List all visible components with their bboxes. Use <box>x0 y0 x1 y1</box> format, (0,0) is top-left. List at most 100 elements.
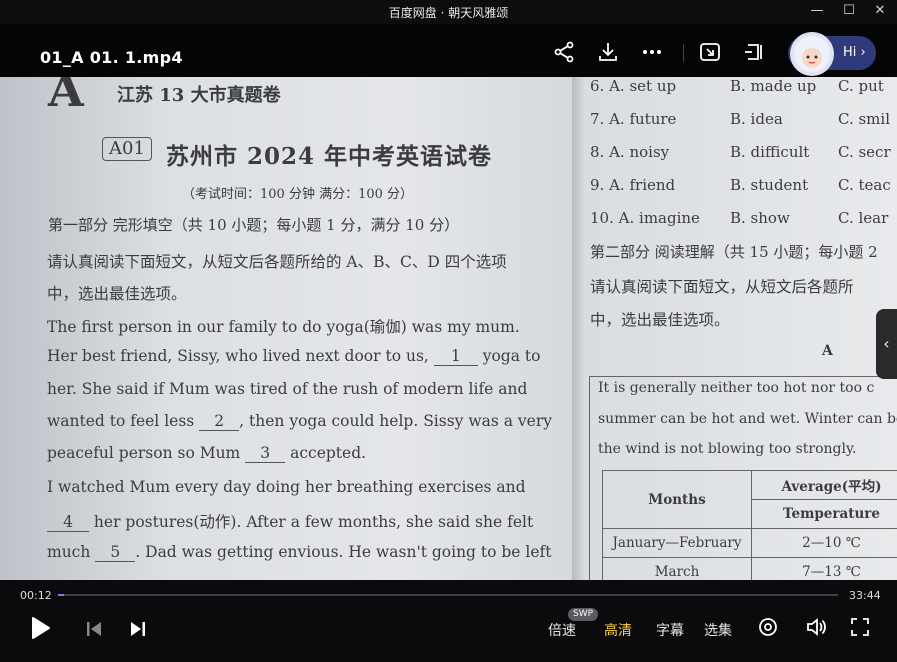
option-c: C. lear <box>838 209 889 227</box>
previous-icon[interactable] <box>85 620 103 638</box>
assistant-avatar <box>790 32 834 76</box>
option-a: imagine <box>639 209 700 227</box>
section-heading: 江苏 13 大市真题卷 <box>117 85 281 106</box>
passage-line: wanted to feel less 2, then yoga could h… <box>47 412 552 431</box>
settings-icon[interactable] <box>758 617 778 637</box>
table-cell: 2—10 ℃ <box>751 528 897 558</box>
passage-text: peaceful person so Mum <box>47 444 246 462</box>
assistant-button[interactable]: Hi › <box>788 32 876 76</box>
part2-instruction: 请认真阅读下面短文，从短文后各题所 <box>590 278 854 296</box>
passage-text: yoga to <box>477 347 541 365</box>
section-letter: A <box>48 77 84 117</box>
chevron-left-icon: ‹ <box>883 334 890 353</box>
passage-text: accepted. <box>285 444 367 462</box>
volume-icon[interactable] <box>805 617 827 637</box>
paper-code: A01 <box>102 137 152 161</box>
window-title-bar: 百度网盘 · 朝天风雅颂 — ☐ ✕ <box>0 0 897 24</box>
more-icon[interactable] <box>640 40 664 64</box>
option-row: 9. A. friend B. student C. teac <box>590 176 891 194</box>
table-cell: March <box>602 557 752 580</box>
option-number: 6. A. <box>590 77 625 95</box>
download-icon[interactable] <box>596 40 620 64</box>
passage-line: It is generally neither too hot nor too … <box>598 380 875 396</box>
passage-line: 中，选出最佳选项。 <box>47 285 187 303</box>
option-number: 8. A. <box>590 143 625 161</box>
side-panel-toggle[interactable]: ‹ <box>876 309 897 379</box>
table-cell: 7—13 ℃ <box>751 557 897 580</box>
passage-line: much 5. Dad was getting envious. He wasn… <box>47 543 552 562</box>
section-a-label: A <box>822 343 833 359</box>
progress-track[interactable] <box>58 594 838 596</box>
option-c: C. smil <box>838 110 890 128</box>
speed-button[interactable]: 倍速 <box>548 620 576 640</box>
temperature-table: Months Average(平均) Temperature January—F… <box>602 470 897 580</box>
option-c: C. teac <box>838 176 891 194</box>
blank-number: 2 <box>199 412 240 431</box>
document-page-left: A 江苏 13 大市真题卷 A01 苏州市 2024 年中考英语试卷 （考试时间… <box>0 77 572 580</box>
option-b: B. student <box>730 176 809 194</box>
share-icon[interactable] <box>552 40 576 64</box>
exam-time-line: （考试时间：100 分钟 满分：100 分） <box>182 187 414 202</box>
passage-text: her postures(动作). After a few months, sh… <box>89 513 534 531</box>
passage-text: Her best friend, Sissy, who lived next d… <box>47 347 434 365</box>
option-b: B. show <box>730 209 790 227</box>
passage-text: wanted to feel less <box>47 412 200 430</box>
paper-title: 苏州市 2024 年中考英语试卷 <box>166 143 493 170</box>
option-b: B. idea <box>730 110 783 128</box>
option-row: 8. A. noisy B. difficult C. secr <box>590 143 891 161</box>
video-frame[interactable]: A 江苏 13 大市真题卷 A01 苏州市 2024 年中考英语试卷 （考试时间… <box>0 77 897 580</box>
passage-text: , then yoga could help. Sissy was a very <box>239 412 553 430</box>
passage-line: The first person in our family to do yog… <box>47 318 520 336</box>
blank-number: 4 <box>47 513 89 532</box>
maximize-icon[interactable]: ☐ <box>838 2 860 20</box>
option-number: 9. A. <box>590 176 625 194</box>
progress-played <box>58 594 64 596</box>
option-a: set up <box>629 77 677 95</box>
table-header: Months <box>602 470 752 529</box>
passage-line: the wind is not blowing too strongly. <box>598 441 857 457</box>
passage-line: Her best friend, Sissy, who lived next d… <box>47 347 540 366</box>
passage-line: 4 her postures(动作). After a few months, … <box>47 510 533 532</box>
passage-line: 请认真阅读下面短文，从短文后各题所给的 A、B、C、D 四个选项 <box>47 253 507 271</box>
option-a: noisy <box>629 143 670 161</box>
assistant-label: Hi › <box>843 45 866 60</box>
next-icon[interactable] <box>129 620 147 638</box>
window-title: 百度网盘 · 朝天风雅颂 <box>388 6 509 20</box>
option-c: C. secr <box>838 143 891 161</box>
total-time: 33:44 <box>849 589 881 602</box>
option-b: B. difficult <box>730 143 810 161</box>
passage-line: summer can be hot and wet. Winter can be… <box>598 411 897 427</box>
minimize-icon[interactable]: — <box>806 2 828 20</box>
quality-button[interactable]: 高清 <box>604 620 632 640</box>
current-time: 00:12 <box>20 589 52 602</box>
option-b: B. made up <box>730 77 817 95</box>
pin-window-icon[interactable] <box>742 40 766 64</box>
fullscreen-icon[interactable] <box>850 617 870 637</box>
table-cell: January—February <box>602 528 752 558</box>
play-icon[interactable] <box>29 616 51 640</box>
option-a: future <box>629 110 677 128</box>
table-header: Average(平均) <box>751 470 897 500</box>
part2-instruction: 中，选出最佳选项。 <box>590 311 730 329</box>
book-gutter <box>572 77 584 580</box>
video-filename: 01_A 01. 1.mp4 <box>40 48 183 67</box>
mascot-icon <box>794 36 830 72</box>
option-row: 6. A. set up B. made up C. put <box>590 77 884 95</box>
passage-line: her. She said if Mum was tired of the ru… <box>47 380 528 398</box>
floating-window-icon[interactable] <box>698 40 722 64</box>
blank-number: 1 <box>433 347 478 366</box>
option-row: 7. A. future B. idea C. smil <box>590 110 890 128</box>
close-icon[interactable]: ✕ <box>869 2 891 20</box>
passage-text: . Dad was getting envious. He wasn't goi… <box>135 543 552 561</box>
table-header: Temperature <box>751 499 897 529</box>
passage-text: much <box>47 543 96 561</box>
option-c: C. put <box>838 77 884 95</box>
passage-line: I watched Mum every day doing her breath… <box>47 478 526 496</box>
header-divider <box>683 44 684 62</box>
subtitle-button[interactable]: 字幕 <box>656 620 684 640</box>
part2-heading: 第二部分 阅读理解（共 15 小题；每小题 2 <box>590 243 878 261</box>
episodes-button[interactable]: 选集 <box>704 620 732 640</box>
blank-number: 5 <box>95 543 136 562</box>
option-a: friend <box>629 176 676 194</box>
player-header: 01_A 01. 1.mp4 Hi › <box>0 24 897 77</box>
